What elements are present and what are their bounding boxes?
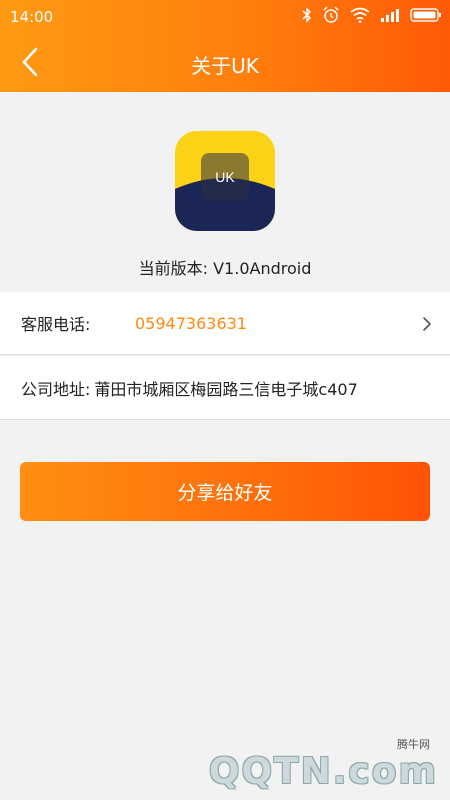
watermark: 腾牛网 QQTN.com [209,736,442,792]
customer-service-phone-row[interactable]: 客服电话: 05947363631 [0,292,450,355]
phone-number[interactable]: 05947363631 [135,314,247,333]
watermark-small-text: 腾牛网 [397,738,430,751]
share-button[interactable]: 分享给好友 [20,462,430,521]
chevron-right-icon [423,317,431,331]
signal-icon [381,9,399,22]
address-label: 公司地址: [21,379,91,399]
page-title: 关于UK [191,54,259,78]
version-label: 当前版本: V1.0Android [138,259,312,278]
battery-icon [410,8,441,22]
watermark-logo: QQTN.com [208,751,438,792]
alarm-icon [323,6,339,23]
address-value: 莆田市城厢区梅园路三信电子城c407 [94,379,358,399]
app-logo-text: UK [215,169,235,185]
app-logo: UK [175,131,275,231]
status-bar: 14:00 [0,0,450,32]
wifi-icon [350,7,370,23]
bluetooth-icon [302,7,312,23]
status-time: 14:00 [10,8,54,26]
company-address-row: 公司地址: 莆田市城厢区梅园路三信电子城c407 [0,356,450,420]
app-header: 14:00 关于UK [0,0,450,92]
phone-label: 客服电话: [21,315,91,334]
status-icons [302,6,442,24]
